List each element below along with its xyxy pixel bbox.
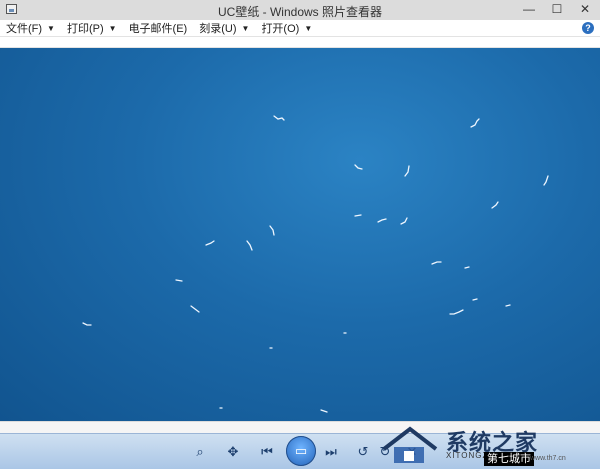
watermark-city: 第七城市 [484,452,534,466]
menu-file-label: 文件(F) [6,23,43,35]
menu-email-label: 电子邮件(E) [128,23,188,35]
rotate-left-icon: ↺ [357,444,369,459]
slideshow-icon: ▭ [294,443,308,458]
menu-open-label: 打开(O) [261,23,300,35]
window-controls: — ☐ ✕ [520,2,594,17]
menu-burn-label: 刻录(U) [199,23,237,35]
magnifier-icon: ⌕ [196,444,204,459]
menu-file[interactable]: 文件(F) ▼ [6,20,55,36]
slideshow-button[interactable]: ▭ [286,436,316,466]
next-icon: ⏭ [325,444,337,459]
menu-print[interactable]: 打印(P) ▼ [67,20,117,36]
chevron-down-icon: ▼ [304,23,313,33]
next-button[interactable]: ⏭ [320,443,342,461]
minimize-button[interactable]: — [520,2,538,17]
menu-bar: 文件(F) ▼ 打印(P) ▼ 电子邮件(E) 刻录(U) ▼ 打开(O) ▼ … [0,20,600,37]
photo-viewport[interactable] [0,48,600,421]
menu-burn[interactable]: 刻录(U) ▼ [199,20,249,36]
window-title: UC壁纸 - Windows 照片查看器 [217,5,382,19]
menu-email[interactable]: 电子邮件(E) [129,20,188,36]
watermark-url: www.th7.cn [530,455,566,462]
rotate-left-button[interactable]: ↺ [354,443,372,461]
actual-size-button[interactable]: ✥ [222,443,244,461]
menu-print-label: 打印(P) [66,23,104,35]
menu-open[interactable]: 打开(O) ▼ [261,20,312,36]
house-logo-icon [382,426,438,463]
chevron-down-icon: ▼ [241,23,250,33]
menu-separator [0,38,600,48]
close-button[interactable]: ✕ [576,2,594,17]
previous-button[interactable]: ⏮ [256,443,278,461]
title-bar: UC壁纸 - Windows 照片查看器 — ☐ ✕ [0,0,600,21]
chevron-down-icon: ▼ [47,23,55,33]
maximize-button[interactable]: ☐ [548,2,566,17]
previous-icon: ⏮ [261,444,273,459]
chevron-down-icon: ▼ [108,23,117,33]
zoom-button[interactable]: ⌕ [188,443,212,461]
fit-window-icon: ✥ [227,444,239,459]
seagulls-image [82,115,549,413]
help-icon[interactable]: ? [582,22,594,34]
